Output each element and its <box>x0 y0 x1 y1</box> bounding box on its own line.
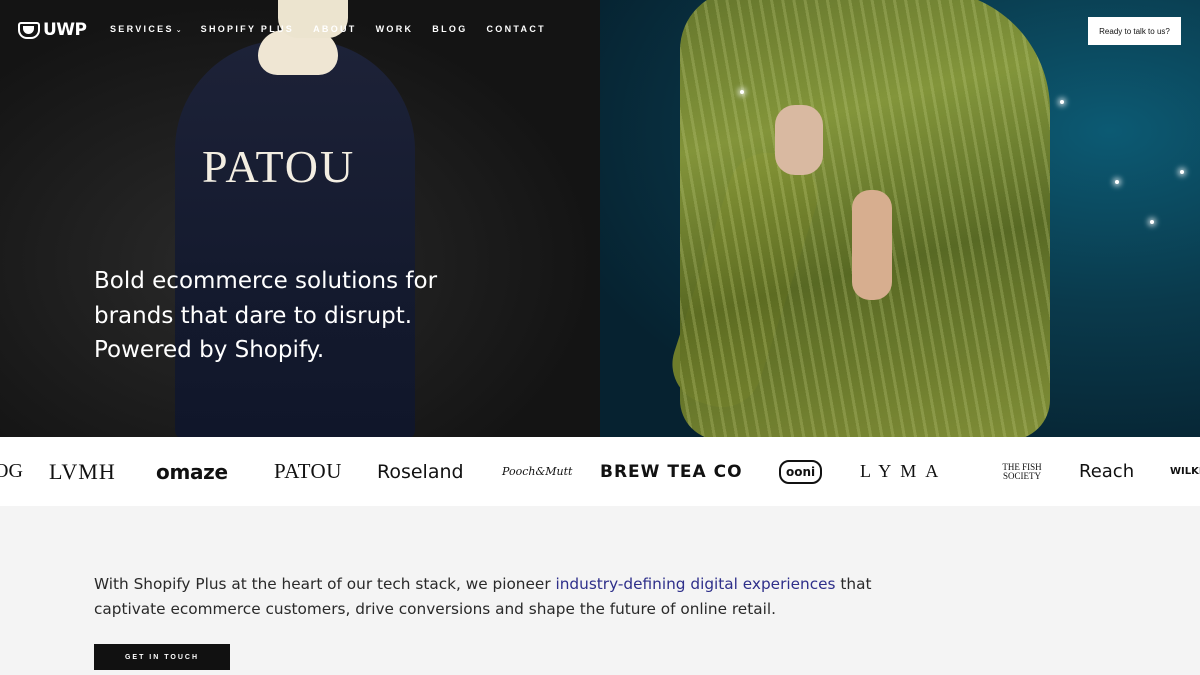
nav-link-blog[interactable]: BLOG <box>432 24 467 34</box>
talk-to-us-button[interactable]: Ready to talk to us? <box>1088 17 1181 45</box>
brand-logo-omaze: omaze <box>156 459 228 484</box>
brand-logo-brew-tea-co: BREW TEA CO <box>600 461 743 482</box>
brand-logo-lyma: LYMA <box>860 461 948 481</box>
logo-text: UWP <box>43 20 87 40</box>
hero-line-3: Powered by Shopify. <box>94 337 325 363</box>
hero-image-left: PATOU <box>0 0 600 437</box>
brand-logo-reach: Reach <box>1079 461 1135 482</box>
hero-line-1: Bold ecommerce solutions for <box>94 268 438 294</box>
hero-image-print: PATOU <box>202 141 356 192</box>
get-in-touch-button[interactable]: GET IN TOUCH <box>94 644 230 670</box>
nav-link-about[interactable]: ABOUT <box>313 24 357 34</box>
brand-logo-wilkinson: WILKI <box>1170 466 1200 477</box>
nav-link-shopify-plus[interactable]: SHOPIFY PLUS <box>201 24 294 34</box>
top-nav: UWP SERVICES ⌄ SHOPIFY PLUS ABOUT WORK BL… <box>0 0 1200 60</box>
client-logo-strip: OG LVMH omaze PATOU Roseland Pooch&Mutt … <box>0 437 1200 506</box>
hero-headline: Bold ecommerce solutions for brands that… <box>94 264 494 368</box>
chevron-down-icon: ⌄ <box>175 27 182 34</box>
nav-link-services[interactable]: SERVICES ⌄ <box>110 24 182 34</box>
brand-logo-roseland: Roseland <box>377 460 464 483</box>
brand-logo-pooch-mutt: Pooch&Mutt <box>502 465 573 478</box>
brand-logo-partial: OG <box>0 460 23 482</box>
logo-icon <box>18 21 40 39</box>
hero-section: PATOU Bold ecommerce solutions for brand… <box>0 0 1200 437</box>
brand-logo-lvmh: LVMH <box>49 458 116 484</box>
nav-links: SERVICES ⌄ SHOPIFY PLUS ABOUT WORK BLOG C… <box>110 24 565 34</box>
intro-paragraph: With Shopify Plus at the heart of our te… <box>94 575 872 618</box>
nav-link-contact[interactable]: CONTACT <box>487 24 546 34</box>
site-logo[interactable]: UWP <box>18 20 87 40</box>
brand-logo-patou: PATOU <box>274 459 342 483</box>
brand-logo-ooni: ooni <box>779 437 823 506</box>
nav-link-work[interactable]: WORK <box>376 24 414 34</box>
brand-logo-fish-society: THE FISH SOCIETY <box>1002 461 1042 481</box>
hero-line-2: brands that dare to disrupt. <box>94 302 413 329</box>
intro-highlight-link[interactable]: industry-defining digital experiences <box>555 575 835 593</box>
